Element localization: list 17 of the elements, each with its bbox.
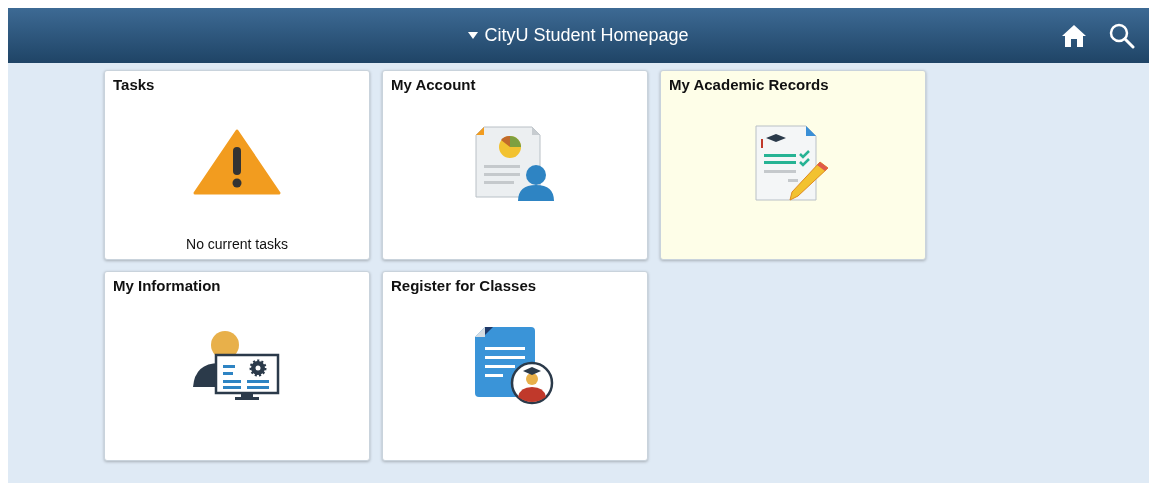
- tile[interactable]: My Information: [104, 271, 370, 461]
- tile-title: My Academic Records: [669, 76, 830, 93]
- warning-icon: [193, 128, 281, 195]
- tile[interactable]: Tasks No current tasks: [104, 70, 370, 260]
- status-text: No current tasks: [185, 236, 289, 254]
- caret-icon[interactable]: [468, 32, 479, 39]
- tile-title: My Information: [113, 277, 222, 294]
- tile-title: My Account: [391, 76, 477, 93]
- search-icon[interactable]: [1109, 22, 1135, 49]
- tile-title: Tasks: [113, 76, 156, 93]
- page-title: CityU Student Homepage: [484, 25, 689, 46]
- home-icon[interactable]: [1061, 23, 1087, 48]
- tile[interactable]: My Academic Records: [660, 70, 926, 260]
- tile[interactable]: Register for Classes: [382, 271, 648, 461]
- tile-title: Register for Classes: [391, 277, 538, 294]
- tile[interactable]: My Account: [382, 70, 648, 260]
- document-person-icon: [474, 124, 556, 203]
